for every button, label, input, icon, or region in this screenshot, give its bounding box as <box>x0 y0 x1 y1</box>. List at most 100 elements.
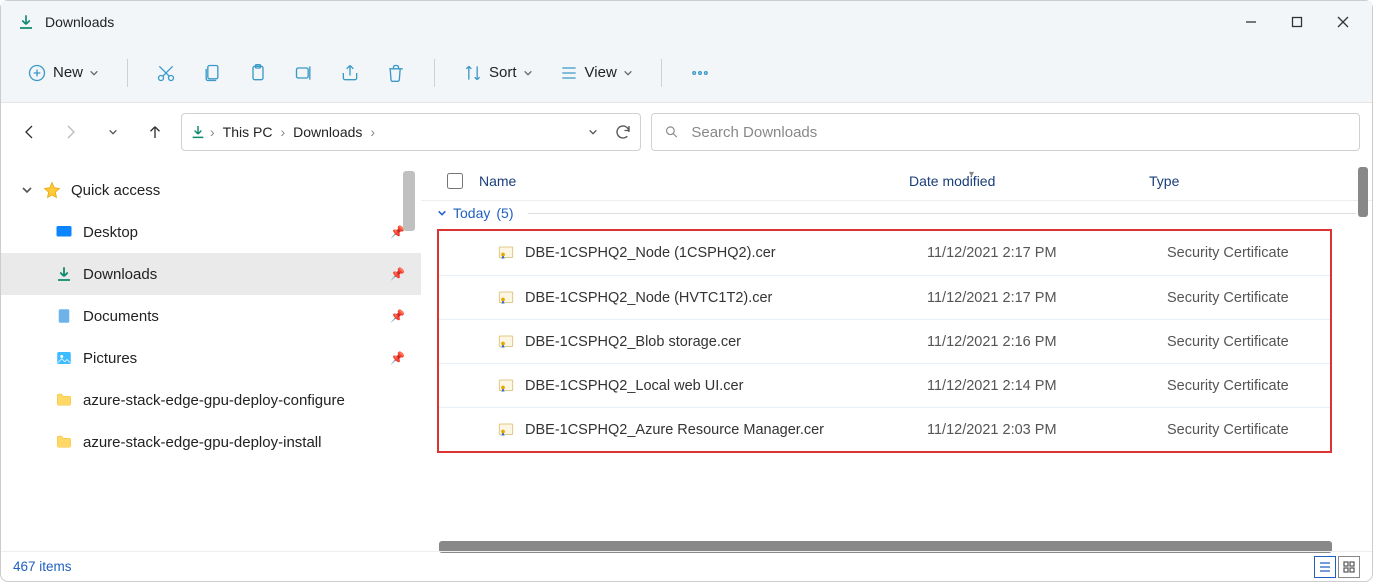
sidebar-item-label: Desktop <box>83 224 138 241</box>
close-button[interactable] <box>1320 6 1366 38</box>
view-toggle <box>1314 556 1360 578</box>
file-date: 11/12/2021 2:14 PM <box>927 378 1167 394</box>
address-bar[interactable]: › This PC › Downloads › <box>181 113 641 151</box>
sidebar-item-desktop[interactable]: Desktop📌 <box>1 211 421 253</box>
forward-button[interactable] <box>55 116 87 148</box>
minimize-button[interactable] <box>1228 6 1274 38</box>
sidebar-item-folder[interactable]: azure-stack-edge-gpu-deploy-configure <box>1 379 421 421</box>
maximize-button[interactable] <box>1274 6 1320 38</box>
group-header-today[interactable]: Today (5) <box>421 201 1372 225</box>
highlighted-file-selection: DBE-1CSPHQ2_Node (1CSPHQ2).cer 11/12/2021… <box>437 229 1332 453</box>
group-divider <box>528 213 1357 214</box>
certificate-file-icon <box>497 289 515 307</box>
rename-icon <box>294 63 314 83</box>
copy-button[interactable] <box>192 57 232 89</box>
sidebar-scrollbar[interactable] <box>403 171 415 231</box>
details-view-button[interactable] <box>1314 556 1336 578</box>
star-icon <box>43 181 61 199</box>
file-row[interactable]: DBE-1CSPHQ2_Local web UI.cer 11/12/2021 2… <box>439 363 1330 407</box>
breadcrumb-separator: › <box>370 124 375 140</box>
more-button[interactable] <box>680 57 720 89</box>
file-date: 11/12/2021 2:16 PM <box>927 334 1167 350</box>
folder-icon <box>55 433 73 451</box>
chevron-down-icon <box>523 68 533 78</box>
view-button[interactable]: View <box>549 57 643 89</box>
file-list-pane: Name ▾ Date modified Type Today (5) DBE-… <box>421 161 1372 553</box>
sort-button[interactable]: Sort <box>453 57 543 89</box>
sidebar-item-pictures[interactable]: Pictures📌 <box>1 337 421 379</box>
select-all-checkbox[interactable] <box>447 173 463 189</box>
rename-button[interactable] <box>284 57 324 89</box>
navigation-pane: Quick access Desktop📌Downloads📌Documents… <box>1 161 421 553</box>
trash-icon <box>386 63 406 83</box>
share-button[interactable] <box>330 57 370 89</box>
pin-icon: 📌 <box>390 309 405 323</box>
sort-label: Sort <box>489 64 517 81</box>
up-button[interactable] <box>139 116 171 148</box>
thumbnails-view-button[interactable] <box>1338 556 1360 578</box>
vertical-scrollbar[interactable] <box>1358 167 1368 217</box>
pin-icon: 📌 <box>390 267 405 281</box>
refresh-icon[interactable] <box>614 123 632 141</box>
file-name: DBE-1CSPHQ2_Node (HVTC1T2).cer <box>525 290 772 306</box>
plus-circle-icon <box>27 63 47 83</box>
sidebar-item-label: azure-stack-edge-gpu-deploy-configure <box>83 392 345 409</box>
breadcrumb-downloads[interactable]: Downloads <box>289 124 366 140</box>
file-type: Security Certificate <box>1167 245 1330 261</box>
copy-icon <box>202 63 222 83</box>
search-input[interactable] <box>691 124 1347 141</box>
sidebar-item-downloads[interactable]: Downloads📌 <box>1 253 421 295</box>
recent-locations-button[interactable] <box>97 116 129 148</box>
navigation-row: › This PC › Downloads › <box>1 103 1372 161</box>
chevron-down-icon <box>21 184 33 196</box>
scissors-icon <box>156 63 176 83</box>
list-icon <box>559 63 579 83</box>
status-bar: 467 items <box>1 551 1372 581</box>
group-label: Today <box>453 205 490 221</box>
breadcrumb-this-pc[interactable]: This PC <box>219 124 277 140</box>
certificate-file-icon <box>497 333 515 351</box>
column-type[interactable]: Type <box>1149 173 1372 189</box>
new-button[interactable]: New <box>17 57 109 89</box>
downloads-icon <box>55 265 73 283</box>
column-name[interactable]: Name <box>479 173 909 189</box>
file-row[interactable]: DBE-1CSPHQ2_Node (1CSPHQ2).cer 11/12/2021… <box>439 231 1330 275</box>
delete-button[interactable] <box>376 57 416 89</box>
downloads-app-icon <box>17 13 35 31</box>
toolbar-separator <box>434 59 435 87</box>
file-row[interactable]: DBE-1CSPHQ2_Node (HVTC1T2).cer11/12/2021… <box>439 275 1330 319</box>
certificate-file-icon <box>497 244 515 262</box>
paste-button[interactable] <box>238 57 278 89</box>
sidebar-item-documents[interactable]: Documents📌 <box>1 295 421 337</box>
file-list: DBE-1CSPHQ2_Node (1CSPHQ2).cer 11/12/2021… <box>421 225 1372 553</box>
sort-icon <box>463 63 483 83</box>
file-row[interactable]: DBE-1CSPHQ2_Blob storage.cer11/12/2021 2… <box>439 319 1330 363</box>
file-row[interactable]: DBE-1CSPHQ2_Azure Resource Manager.cer11… <box>439 407 1330 451</box>
documents-icon <box>55 307 73 325</box>
pictures-icon <box>55 349 73 367</box>
file-name: DBE-1CSPHQ2_Local web UI.cer <box>525 378 743 394</box>
chevron-down-icon <box>89 68 99 78</box>
sidebar-quick-access[interactable]: Quick access <box>1 169 421 211</box>
share-icon <box>340 63 360 83</box>
cut-button[interactable] <box>146 57 186 89</box>
sidebar-item-folder[interactable]: azure-stack-edge-gpu-deploy-install <box>1 421 421 463</box>
file-date: 11/12/2021 2:17 PM <box>927 245 1167 261</box>
file-name: DBE-1CSPHQ2_Node (1CSPHQ2).cer <box>525 245 776 261</box>
folder-icon <box>55 391 73 409</box>
search-bar[interactable] <box>651 113 1360 151</box>
chevron-down-icon[interactable] <box>588 127 598 137</box>
back-button[interactable] <box>13 116 45 148</box>
file-date: 11/12/2021 2:03 PM <box>927 422 1167 438</box>
window-title: Downloads <box>45 14 114 30</box>
chevron-down-icon <box>623 68 633 78</box>
sidebar-item-label: Pictures <box>83 350 137 367</box>
new-button-label: New <box>53 64 83 81</box>
column-date[interactable]: ▾ Date modified <box>909 173 1149 189</box>
item-count: 467 items <box>13 559 72 574</box>
titlebar: Downloads <box>1 1 1372 43</box>
file-type: Security Certificate <box>1167 290 1330 306</box>
group-count: (5) <box>496 205 513 221</box>
toolbar: New Sort View <box>1 43 1372 103</box>
chevron-down-icon <box>437 208 447 218</box>
